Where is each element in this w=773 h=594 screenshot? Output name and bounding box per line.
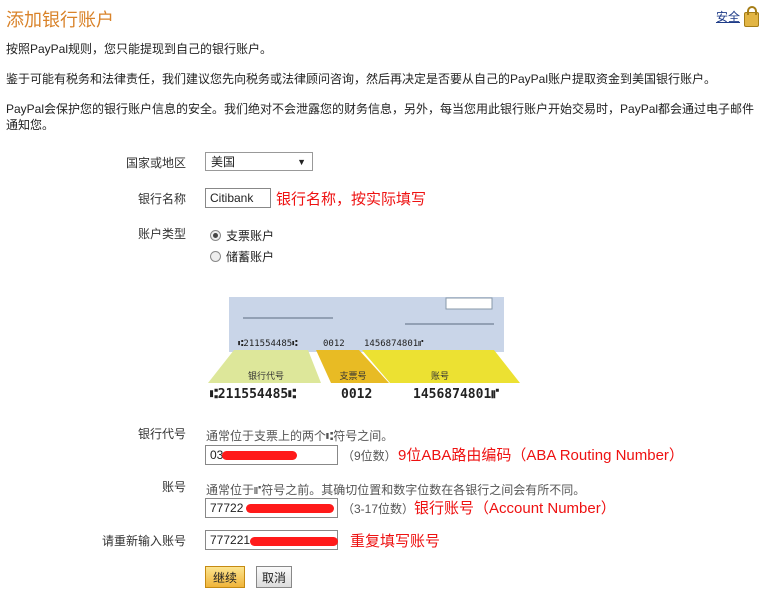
- continue-button[interactable]: 继续: [205, 566, 245, 588]
- account-digits: （3-17位数）: [342, 502, 415, 516]
- radio-savings-label: 储蓄账户: [226, 250, 275, 264]
- tab-check-label: 支票号: [339, 370, 366, 381]
- account-annotation: 银行账号（Account Number）: [414, 500, 616, 517]
- micr-bottom-mid: 0012: [341, 387, 372, 402]
- account-type-label: 账户类型: [137, 227, 186, 241]
- tab-routing-label: 银行代号: [248, 370, 284, 381]
- chevron-down-icon: ▼: [297, 156, 306, 167]
- tab-routing-shape: [208, 350, 321, 383]
- radio-checking[interactable]: 支票账户: [210, 227, 274, 244]
- reenter-redaction: [250, 537, 338, 546]
- routing-digits: （9位数）: [342, 449, 397, 463]
- security-link[interactable]: 安全: [716, 8, 740, 25]
- intro-paragraph-2: 鉴于可能有税务和法律责任，我们建议您先向税务或法律顾问咨询，然后再决定是否要从自…: [6, 72, 717, 86]
- routing-redaction: [222, 451, 297, 460]
- micr-bottom-right: 1456874801⑈: [413, 387, 499, 402]
- tab-check-shape: [316, 350, 389, 383]
- micr-top-right: 1456874801⑈: [364, 339, 424, 349]
- country-label: 国家或地区: [125, 156, 186, 170]
- cancel-button[interactable]: 取消: [256, 566, 292, 588]
- routing-annotation: 9位ABA路由编码（ABA Routing Number）: [398, 447, 684, 464]
- micr-top-mid: 0012: [323, 339, 345, 349]
- micr-bottom-left: ⑆211554485⑆: [210, 387, 296, 402]
- country-select[interactable]: 美国 ▼: [205, 152, 313, 171]
- bank-name-label: 银行名称: [137, 192, 186, 206]
- routing-hint: 通常位于支票上的两个⑆符号之间。: [206, 429, 394, 443]
- security-link-group: 安全: [716, 6, 759, 27]
- radio-unchecked-icon: [210, 251, 221, 262]
- account-hint: 通常位于⑈符号之前。其确切位置和数字位数在各银行之间会有所不同。: [206, 483, 586, 497]
- routing-label: 银行代号: [137, 427, 186, 441]
- account-label: 账号: [161, 480, 186, 494]
- account-redaction: [246, 504, 334, 513]
- check-amount-box: [445, 297, 493, 310]
- bank-name-input[interactable]: Citibank: [205, 188, 271, 208]
- intro-paragraph-1: 按照PayPal规则，您只能提现到自己的银行账户。: [6, 42, 273, 56]
- reenter-annotation: 重复填写账号: [350, 533, 441, 550]
- page-title: 添加银行账户: [6, 10, 114, 30]
- radio-checking-label: 支票账户: [226, 229, 275, 243]
- tab-account-shape: [362, 350, 520, 383]
- country-select-value: 美国: [211, 155, 236, 169]
- radio-savings[interactable]: 储蓄账户: [210, 248, 274, 265]
- bank-name-annotation: 银行名称，按实际填写: [276, 191, 427, 208]
- micr-top-left: ⑆211554485⑆: [238, 339, 298, 349]
- radio-checked-icon: [210, 230, 221, 241]
- reenter-label: 请重新输入账号: [101, 534, 186, 548]
- check-body: [229, 297, 504, 352]
- lock-icon: [744, 6, 759, 27]
- tab-account-label: 账号: [431, 371, 449, 381]
- intro-paragraph-3: PayPal会保护您的银行账户信息的安全。我们绝对不会泄露您的财务信息，另外，每…: [6, 102, 755, 132]
